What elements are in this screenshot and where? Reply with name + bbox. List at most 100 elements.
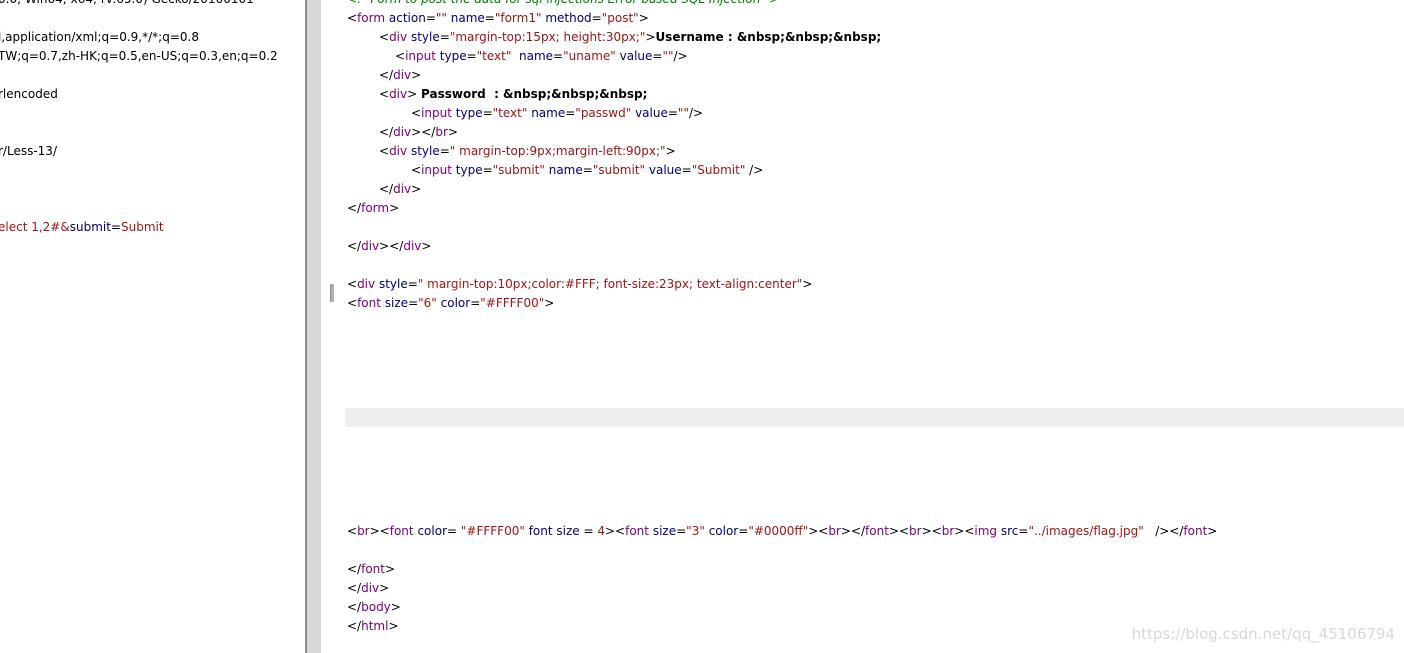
attr-name: size [384,296,409,310]
tag-name: form [361,201,390,215]
tag-name: div [361,239,380,253]
burp-repeater-view: 0.0; Win64; x64; rv:65.0) Gecko/20100101… [0,0,1404,653]
current-line-highlight [345,408,1404,427]
code-div-close-2: </div> [379,182,422,196]
watermark-text: https://blog.csdn.net/qq_45106794 [1131,625,1395,643]
tag-name: input [405,49,436,63]
attr-value: "" [662,49,674,63]
code-div-close-3: </div> [347,581,390,595]
code-font-close: </font> [347,562,396,576]
pane-splitter[interactable] [305,0,321,653]
attr-value: "3" [686,524,705,538]
code-br-font-img-line: <br><font color= "#FFFF00" font size = 4… [347,524,1218,538]
self-close: /> [673,49,688,63]
attr-value: "uname" [563,49,616,63]
tag-name: img [974,524,998,538]
tag-name: body [361,600,391,614]
request-line-accept: l,application/xml;q=0.9,*/*;q=0.8 [0,30,199,44]
code-html-close: </html> [347,619,399,633]
request-pane[interactable]: 0.0; Win64; x64; rv:65.0) Gecko/20100101… [0,0,305,653]
attr-name: method [545,11,592,25]
attr-value: "text" [492,106,528,120]
attr-name: src [1000,524,1019,538]
tag-name: html [361,619,389,633]
attr-name: style [378,277,408,291]
code-form-open: <form action="" name="form1" method="pos… [347,11,649,25]
code-comment-line: <!--Form to post the data for sql inject… [347,0,779,9]
response-gutter [321,0,335,653]
tag-name: form [357,11,386,25]
attr-value: "post" [601,11,639,25]
attr-name: type [439,49,467,63]
splitter-grip-handle[interactable] [330,284,334,302]
attr-name: size [652,524,677,538]
attr-name: name [531,106,566,120]
attr-name: style [410,30,440,44]
attr-value: "margin-top:15px; height:30px;" [449,30,646,44]
attr-name: style [410,144,440,158]
attr-value: "text" [476,49,512,63]
tag-name: br [357,524,370,538]
request-body-line: elect 1,2#&submit=Submit [0,218,164,237]
code-divdiv-close: </div></div> [347,239,432,253]
attr-value: "form1" [494,11,542,25]
password-label-text: Password : &nbsp;&nbsp;&nbsp; [421,87,648,101]
request-body-param-name: submit [69,220,111,234]
response-pane[interactable]: <!--Form to post the data for sql inject… [335,0,1404,653]
tag-name: div [389,144,408,158]
attr-name: color [708,524,739,538]
code-div-password: <div> Password : &nbsp;&nbsp;&nbsp; [379,87,648,101]
attr-value: "#FFFF00" [460,524,525,538]
code-input-passwd: <input type="text" name="passwd" value="… [411,106,704,120]
attr-value: 4 [597,524,605,538]
attr-name: value [648,163,682,177]
tag-name: div [389,87,408,101]
attr-value: "Submit" [691,163,746,177]
attr-name: font size [528,524,580,538]
request-line-user-agent: 0.0; Win64; x64; rv:65.0) Gecko/20100101 [0,0,254,9]
tag-name: div [357,277,376,291]
attr-value: "../images/flag.jpg" [1028,524,1144,538]
attr-name: name [519,49,554,63]
tag-name: input [421,163,452,177]
self-close: /> [749,163,764,177]
tag-name: font [361,562,385,576]
code-input-submit: <input type="submit" name="submit" value… [411,163,764,177]
attr-name: type [455,106,483,120]
attr-value: "" [435,11,447,25]
tag-name: font [357,296,381,310]
attr-name: name [450,11,485,25]
request-line-content-type: rlencoded [0,87,58,101]
attr-name: value [635,106,668,120]
self-close: /> [688,106,704,120]
request-body-equals: = [110,220,121,234]
attr-value: "" [677,106,689,120]
attr-name: name [548,163,583,177]
code-div-close-br: </div></br> [379,125,458,139]
tag-name: div [361,581,380,595]
code-div-username: <div style="margin-top:15px; height:30px… [379,30,882,44]
attr-name: color [417,524,448,538]
request-line-referer: r/Less-13/ [0,144,57,158]
request-line-accept-language: TW;q=0.7,zh-HK;q=0.5,en-US;q=0.3,en;q=0.… [0,49,278,63]
code-input-uname: <input type="text" name="uname" value=""… [395,49,688,63]
request-body-param-value: Submit [120,220,164,234]
attr-value: "submit" [592,163,646,177]
attr-value: "submit" [492,163,545,177]
code-div-submit-wrap: <div style=" margin-top:9px;margin-left:… [379,144,676,158]
attr-value: "#FFFF00" [480,296,545,310]
code-form-close: </form> [347,201,400,215]
code-div-message: <div style=" margin-top:10px;color:#FFF;… [347,277,813,291]
attr-name: color [440,296,471,310]
attr-value: " margin-top:10px;color:#FFF; font-size:… [417,277,803,291]
code-font-open: <font size="6" color="#FFFF00"> [347,296,555,310]
code-body-close: </body> [347,600,401,614]
tag-name: div [389,30,408,44]
attr-value: " margin-top:9px;margin-left:90px;" [449,144,666,158]
attr-value: "passwd" [575,106,632,120]
attr-name: value [619,49,653,63]
request-body-payload: elect 1,2#& [0,220,70,234]
tag-name: input [421,106,452,120]
attr-value: "#0000ff" [748,524,809,538]
tag-name: font [389,524,414,538]
